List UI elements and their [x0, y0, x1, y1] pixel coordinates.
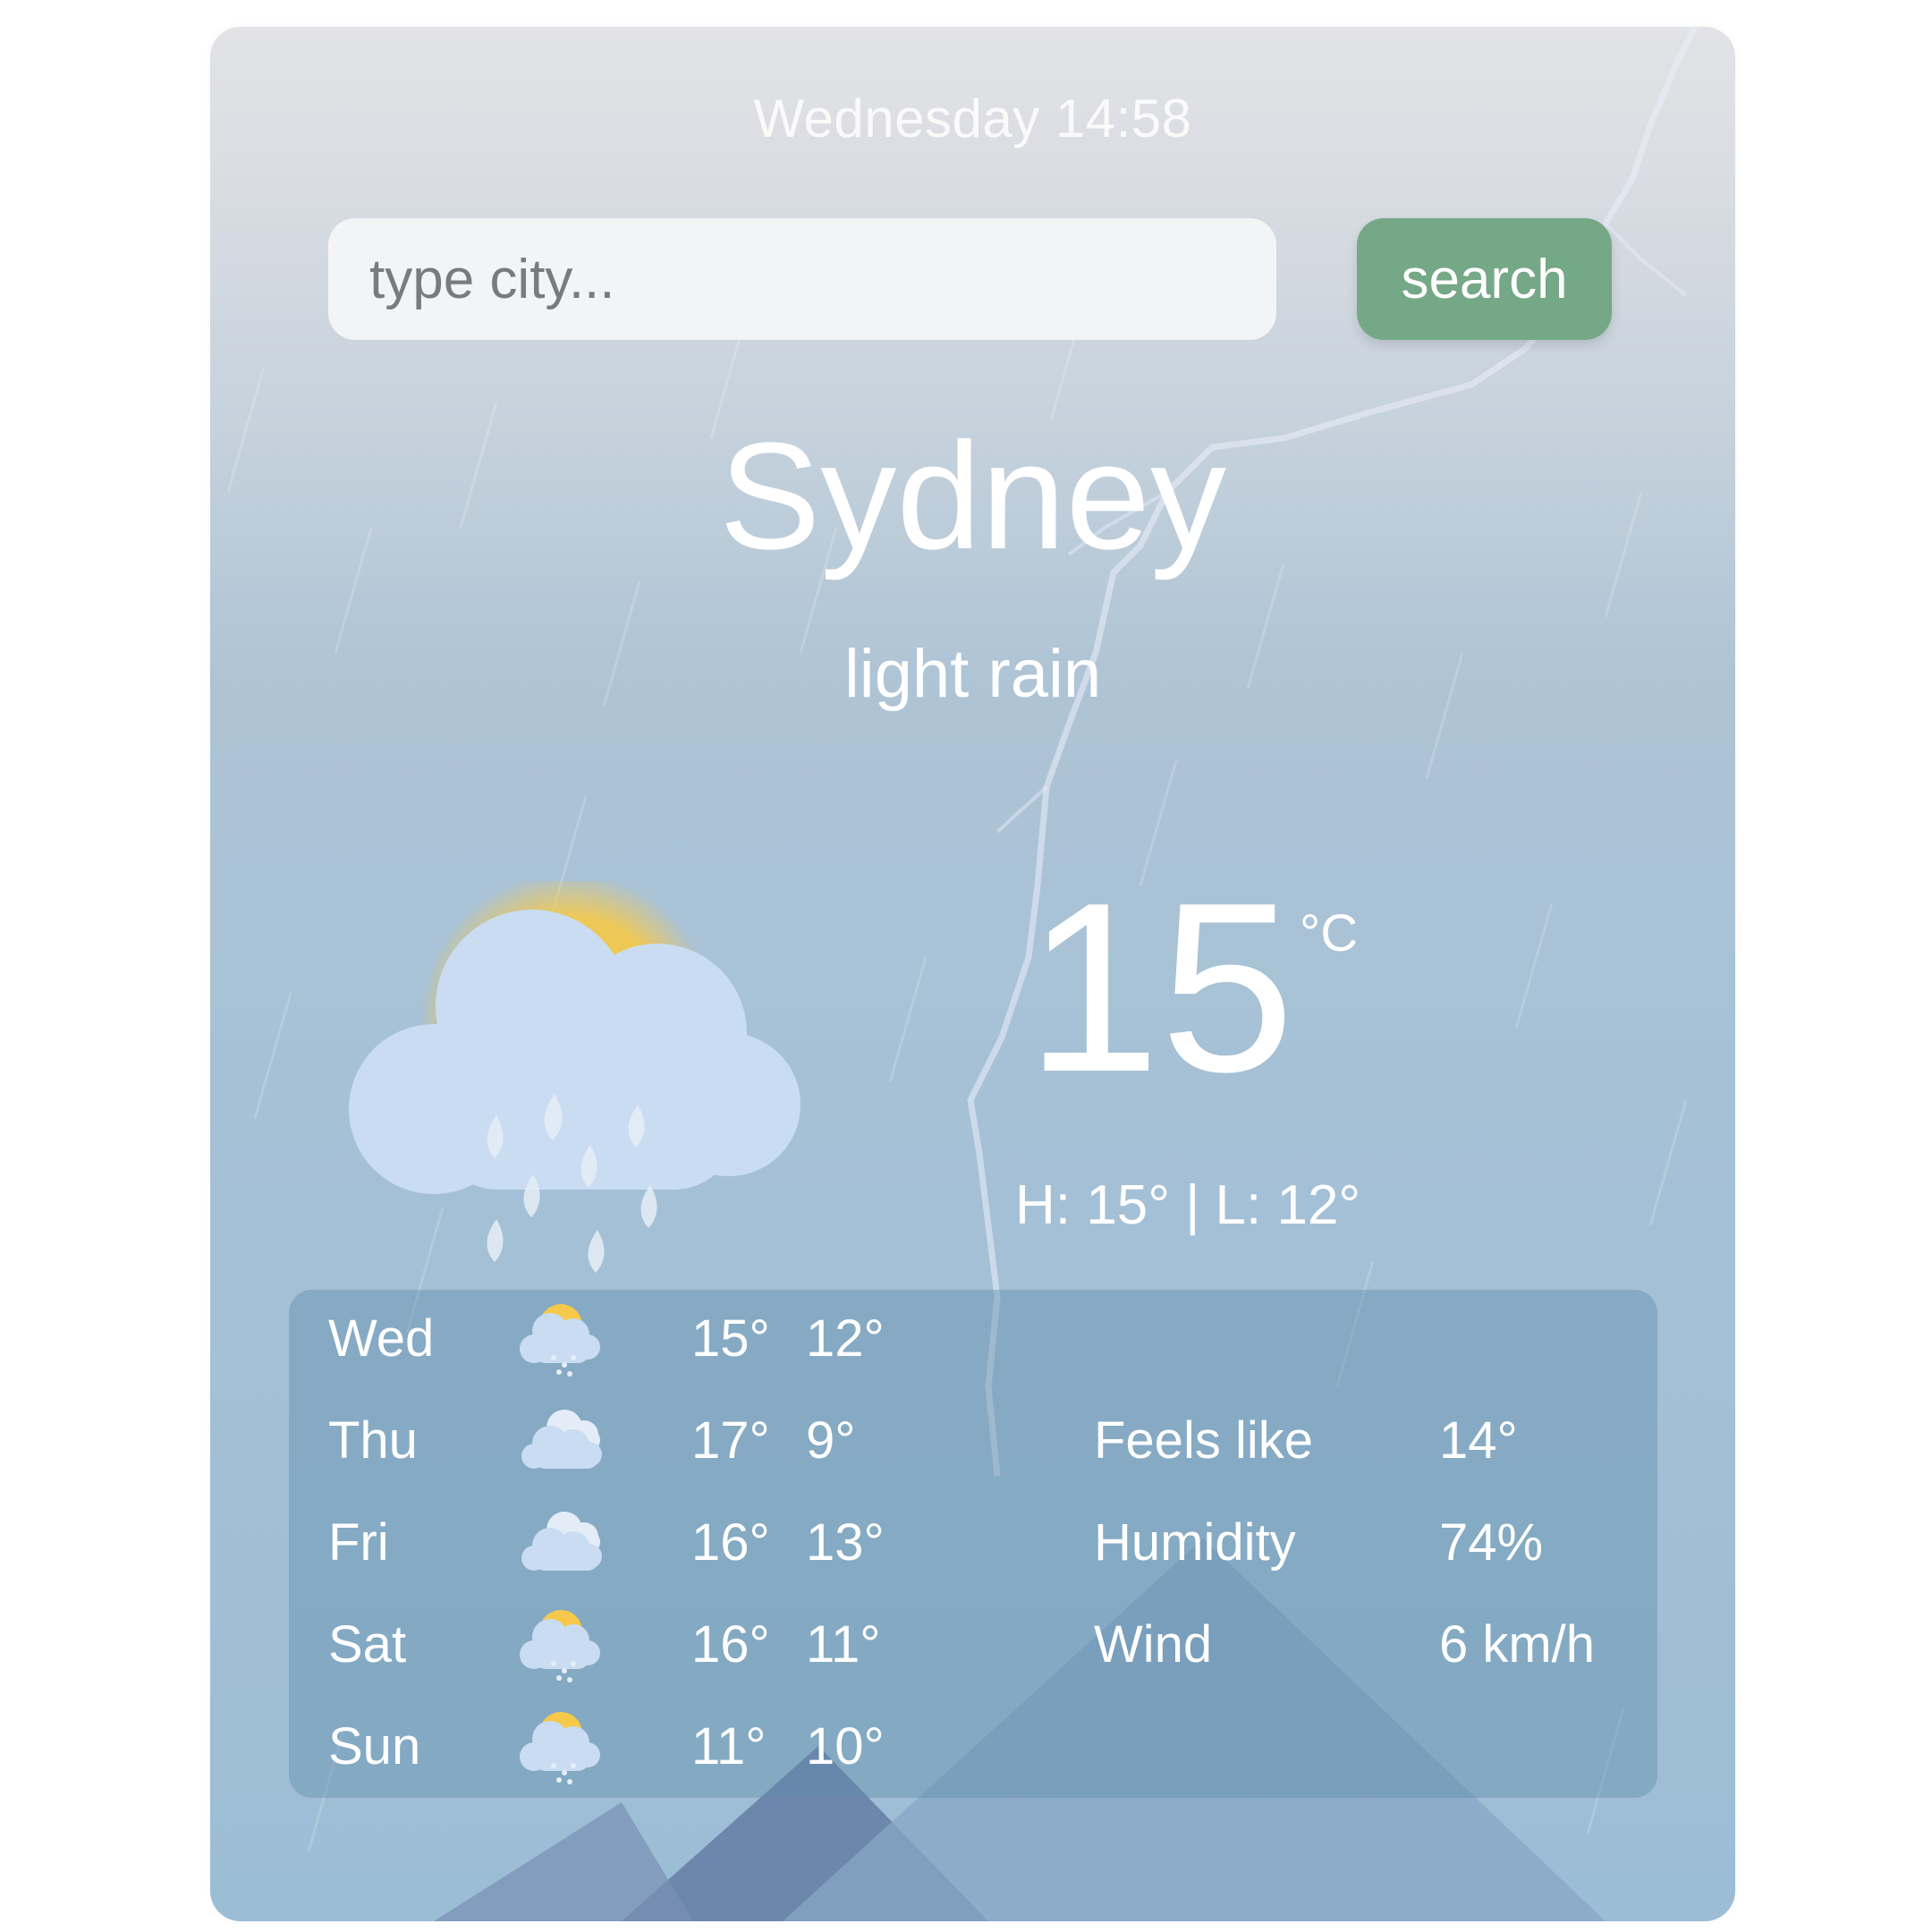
sun-cloud-rain-icon [520, 1304, 600, 1377]
stat-value-wind: 6 km/h [1439, 1615, 1596, 1674]
forecast-row-sat: Sat 16° 11° Wind 6 km/h [289, 1596, 1657, 1694]
city-search-input[interactable] [328, 218, 1276, 340]
forecast-high: 15° [691, 1309, 770, 1368]
stat-label-humidity: Humidity [1094, 1513, 1296, 1572]
forecast-row-thu: Thu 17° 9° Feels like 14° [289, 1392, 1657, 1490]
forecast-panel: Wed 15° 12° Thu 17° 9° Feels like 14° Fr… [289, 1290, 1657, 1798]
temperature-unit: °C [1300, 904, 1359, 962]
stat-label-wind: Wind [1094, 1615, 1213, 1674]
clouds-icon [521, 1410, 602, 1469]
forecast-high: 16° [691, 1615, 770, 1674]
forecast-day: Sun [328, 1717, 421, 1775]
weather-condition: light rain [843, 636, 1102, 712]
search-button[interactable]: search [1357, 218, 1612, 340]
forecast-high: 11° [691, 1717, 767, 1775]
high-low-temperature: H: 15° | L: 12° [1015, 1174, 1361, 1236]
current-datetime: Wednesday 14:58 [753, 89, 1192, 148]
current-temperature: 15 [1026, 853, 1295, 1123]
stat-label-feels-like: Feels like [1094, 1411, 1313, 1470]
city-name: Sydney [718, 411, 1227, 581]
forecast-row-sun: Sun 11° 10° [289, 1698, 1657, 1796]
stat-value-feels-like: 14° [1439, 1411, 1518, 1470]
sun-cloud-rain-icon [520, 1712, 600, 1784]
forecast-day: Wed [328, 1309, 435, 1368]
sun-cloud-rain-icon [349, 881, 801, 1273]
forecast-low: 13° [806, 1513, 885, 1572]
forecast-day: Fri [328, 1513, 389, 1572]
forecast-high: 17° [691, 1411, 770, 1470]
forecast-row-wed: Wed 15° 12° [289, 1290, 1657, 1388]
forecast-low: 10° [806, 1717, 885, 1775]
sun-cloud-rain-icon [520, 1610, 600, 1682]
stat-value-humidity: 74% [1439, 1513, 1544, 1572]
weather-card: Wednesday 14:58 search Sydney light rain [210, 27, 1735, 1921]
forecast-day: Sat [328, 1615, 407, 1674]
forecast-low: 11° [806, 1615, 881, 1674]
forecast-low: 12° [806, 1309, 885, 1368]
clouds-icon [521, 1512, 602, 1571]
forecast-low: 9° [806, 1411, 856, 1470]
forecast-row-fri: Fri 16° 13° Humidity 74% [289, 1494, 1657, 1592]
forecast-high: 16° [691, 1513, 770, 1572]
forecast-day: Thu [328, 1411, 418, 1470]
